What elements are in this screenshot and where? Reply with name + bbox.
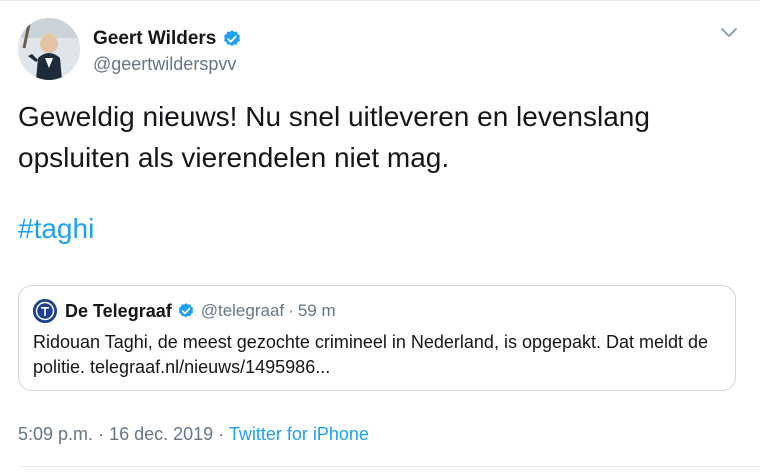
author-name-row: Geert Wilders [93, 26, 242, 52]
tweet-text: Geweldig nieuws! Nu snel uitleveren en l… [18, 101, 650, 173]
tweet-date[interactable]: 16 dec. 2019 [109, 424, 213, 444]
tweet-source-link[interactable]: Twitter for iPhone [229, 424, 369, 444]
quoted-display-name: De Telegraaf [65, 300, 172, 321]
avatar-image [18, 18, 80, 80]
author-avatar[interactable] [18, 18, 80, 80]
chevron-down-icon[interactable] [720, 26, 738, 40]
author-display-name[interactable]: Geert Wilders [93, 28, 216, 50]
verified-badge-icon [178, 303, 193, 318]
hashtag-link[interactable]: #taghi [18, 211, 94, 247]
tweet-meta: 5:09 p.m. · 16 dec. 2019 · Twitter for i… [18, 424, 369, 445]
meta-separator: · [218, 424, 225, 444]
top-divider [0, 0, 760, 1]
author-handle[interactable]: @geertwilderspvv [93, 54, 236, 75]
tweet-time[interactable]: 5:09 p.m. [18, 424, 93, 444]
verified-badge-icon [224, 30, 241, 47]
quoted-timestamp: 59 m [297, 301, 336, 320]
bottom-divider [18, 466, 760, 467]
quoted-tweet-card[interactable]: De Telegraaf @telegraaf · 59 m Ridouan T… [18, 285, 736, 391]
quoted-separator: · [288, 301, 294, 320]
quoted-handle: @telegraaf [200, 301, 285, 320]
quoted-tweet-header: De Telegraaf @telegraaf · 59 m [33, 298, 336, 324]
meta-separator: · [98, 424, 105, 444]
quoted-tweet-text: Ridouan Taghi, de meest gezochte crimine… [33, 332, 709, 377]
telegraaf-logo-icon [33, 299, 57, 323]
